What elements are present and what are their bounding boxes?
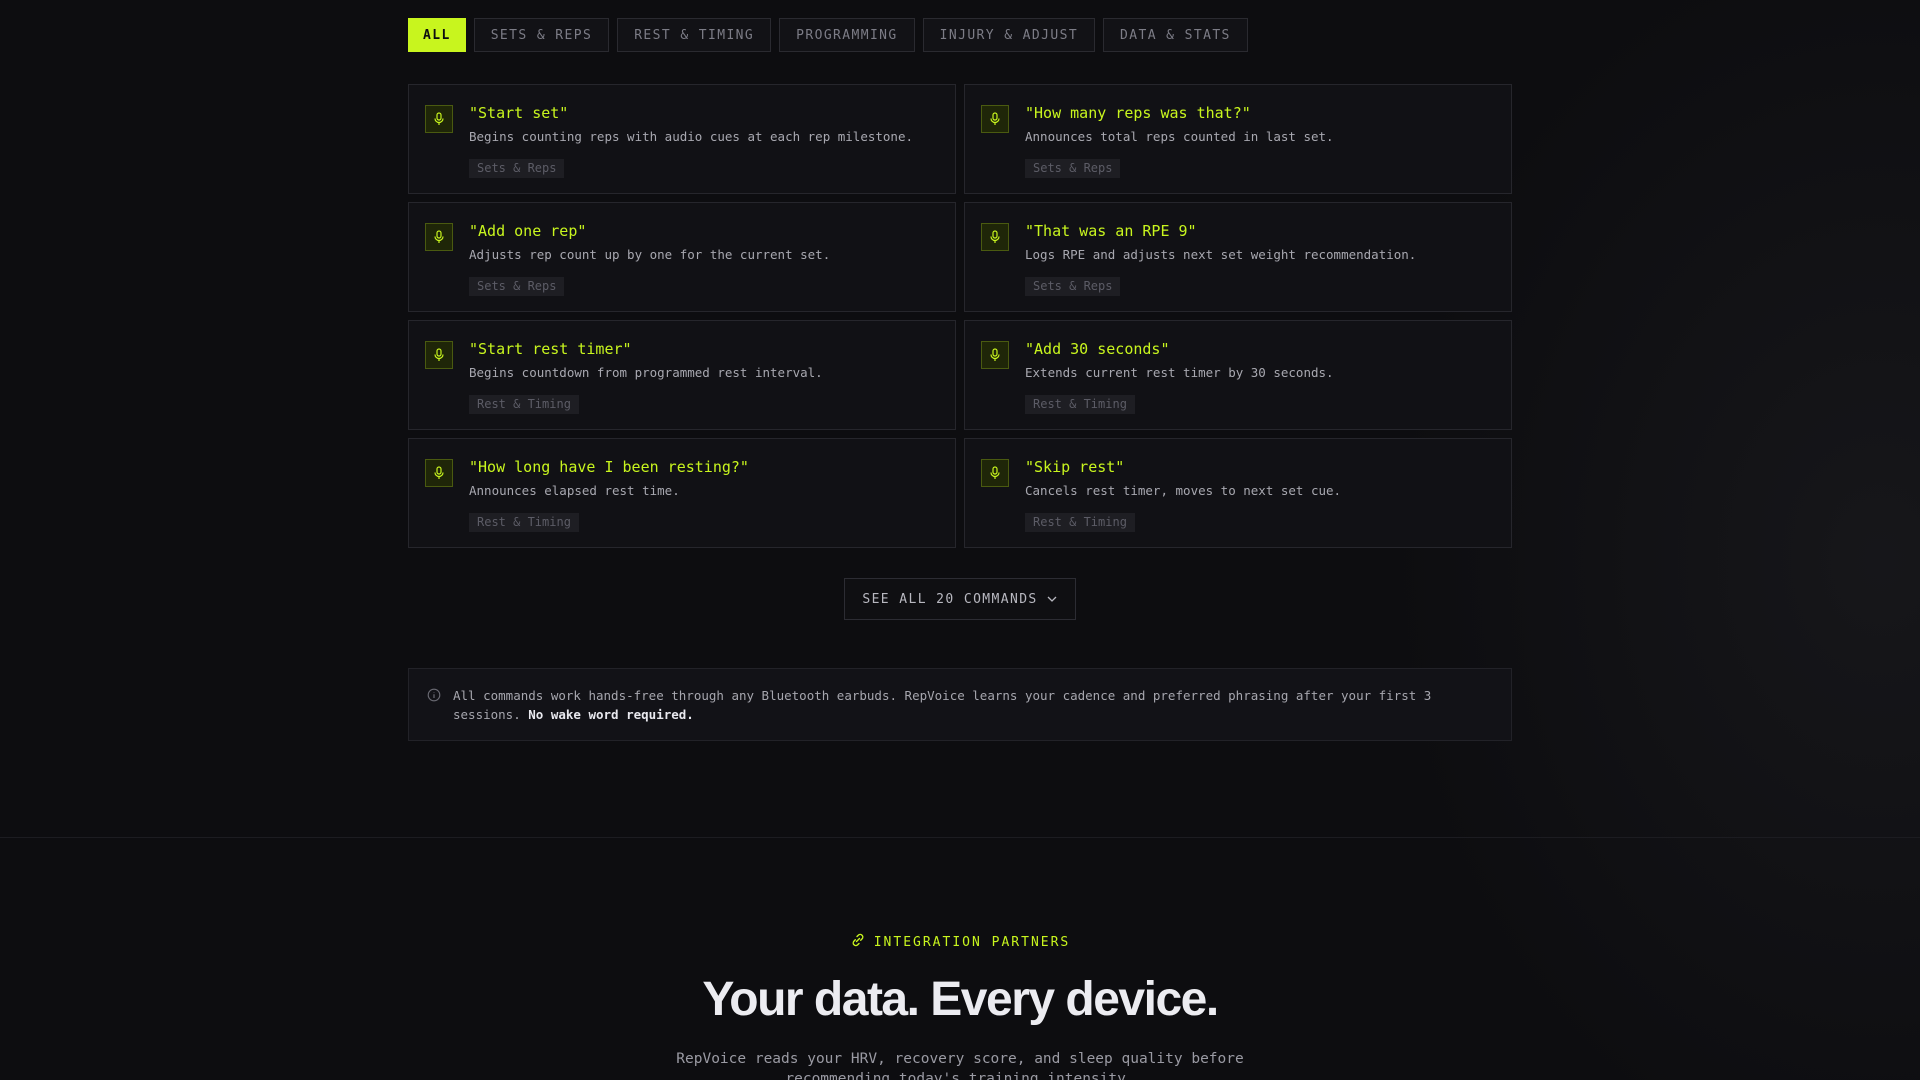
tab-data-stats[interactable]: DATA & STATS (1103, 18, 1248, 52)
command-description: Begins countdown from programmed rest in… (469, 365, 823, 380)
tab-programming[interactable]: PROGRAMMING (779, 18, 915, 52)
info-note: All commands work hands-free through any… (408, 668, 1512, 741)
command-phrase: "Skip rest" (1025, 458, 1125, 476)
category-tag: Sets & Reps (469, 159, 565, 178)
category-tabs: ALL SETS & REPS REST & TIMING PROGRAMMIN… (408, 18, 1248, 52)
command-phrase: "How long have I been resting?" (469, 458, 749, 476)
microphone-icon (425, 105, 453, 133)
command-description: Begins counting reps with audio cues at … (469, 129, 914, 144)
note-emphasis: No wake word required. (528, 707, 694, 722)
command-description: Announces elapsed rest time. (469, 483, 680, 498)
command-phrase: "Add 30 seconds" (1025, 340, 1170, 358)
link-icon (850, 932, 866, 952)
microphone-icon (425, 459, 453, 487)
section-divider (0, 837, 1920, 838)
command-description: Cancels rest timer, moves to next set cu… (1025, 483, 1342, 498)
section-subtext: RepVoice reads your HRV, recovery score,… (676, 1051, 1244, 1080)
command-card[interactable]: "That was an RPE 9" Logs RPE and adjusts… (964, 202, 1512, 312)
microphone-icon (981, 223, 1009, 251)
command-card[interactable]: "Start rest timer" Begins countdown from… (408, 320, 956, 430)
see-all-commands-button[interactable]: SEE ALL 20 COMMANDS (844, 578, 1076, 620)
command-phrase: "Start rest timer" (469, 340, 632, 358)
command-card[interactable]: "Add 30 seconds" Extends current rest ti… (964, 320, 1512, 430)
category-tag: Sets & Reps (1025, 159, 1121, 178)
command-description: Extends current rest timer by 30 seconds… (1025, 365, 1334, 380)
category-tag: Sets & Reps (1025, 277, 1121, 296)
commands-grid: "Start set" Begins counting reps with au… (408, 84, 1512, 548)
tab-rest-timing[interactable]: REST & TIMING (617, 18, 772, 52)
chevron-down-icon (1046, 592, 1058, 607)
command-card[interactable]: "Add one rep" Adjusts rep count up by on… (408, 202, 956, 312)
category-tag: Sets & Reps (469, 277, 565, 296)
tab-injury-adjust[interactable]: INJURY & ADJUST (922, 18, 1096, 52)
microphone-icon (425, 341, 453, 369)
command-card[interactable]: "How many reps was that?" Announces tota… (964, 84, 1512, 194)
command-phrase: "Start set" (469, 104, 569, 122)
category-tag: Rest & Timing (469, 395, 579, 414)
integration-partners-eyebrow: INTEGRATION PARTNERS (0, 932, 1920, 952)
category-tag: Rest & Timing (1025, 513, 1135, 532)
command-phrase: "How many reps was that?" (1025, 104, 1251, 122)
microphone-icon (981, 105, 1009, 133)
partners-label: INTEGRATION PARTNERS (873, 934, 1071, 950)
command-phrase: "Add one rep" (469, 222, 587, 240)
section-headline: Your data. Every device. (702, 973, 1219, 1026)
command-card[interactable]: "How long have I been resting?" Announce… (408, 438, 956, 548)
category-tag: Rest & Timing (1025, 395, 1135, 414)
tab-all[interactable]: ALL (408, 18, 466, 52)
info-icon (427, 688, 441, 707)
command-description: Logs RPE and adjusts next set weight rec… (1025, 247, 1417, 262)
tab-sets-reps[interactable]: SETS & REPS (473, 18, 610, 52)
command-description: Announces total reps counted in last set… (1025, 129, 1334, 144)
category-tag: Rest & Timing (469, 513, 579, 532)
command-description: Adjusts rep count up by one for the curr… (469, 247, 831, 262)
command-phrase: "That was an RPE 9" (1025, 222, 1197, 240)
microphone-icon (981, 459, 1009, 487)
command-card[interactable]: "Start set" Begins counting reps with au… (408, 84, 956, 194)
command-card[interactable]: "Skip rest" Cancels rest timer, moves to… (964, 438, 1512, 548)
microphone-icon (425, 223, 453, 251)
see-all-label: SEE ALL 20 COMMANDS (862, 591, 1038, 607)
microphone-icon (981, 341, 1009, 369)
